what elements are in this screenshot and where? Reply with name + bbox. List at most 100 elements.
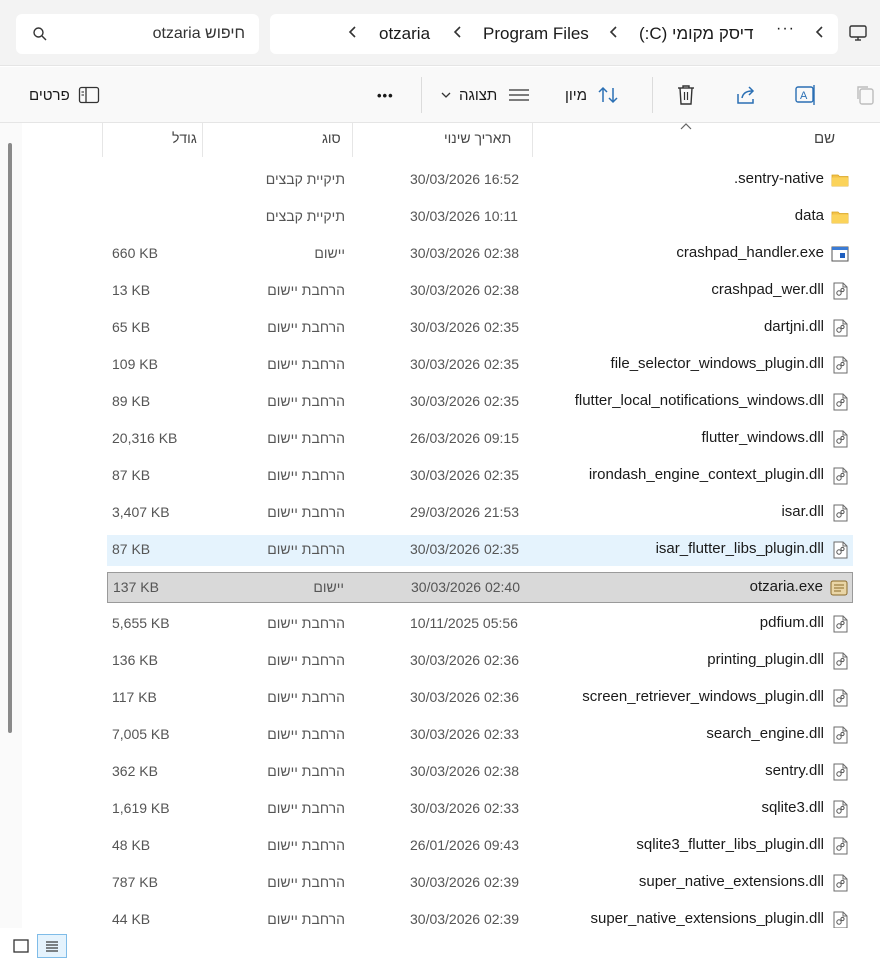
file-row[interactable]: 1,619 KB הרחבת יישום 30/03/2026 02:33 sqlit…: [107, 794, 853, 825]
dll-icon: [831, 467, 849, 485]
file-row[interactable]: 5,655 KB הרחבת יישום 10/11/2025 05:56 pdfiu…: [107, 609, 853, 640]
breadcrumb-local-disk[interactable]: דיסק מקומי (C:): [639, 24, 754, 44]
file-type: תיקיית קבצים: [265, 208, 345, 224]
address-bar-row: חיפוש otzaria otzaria Program Files דיסק…: [0, 0, 880, 66]
scrollbar-thumb[interactable]: [8, 143, 12, 733]
file-size: 109 KB: [112, 356, 158, 372]
file-row[interactable]: 3,407 KB הרחבת יישום 29/03/2026 21:53 isar.…: [107, 498, 853, 529]
chevron-left-icon[interactable]: [348, 25, 358, 39]
copy-icon[interactable]: [855, 84, 877, 106]
search-input[interactable]: חיפוש otzaria: [16, 14, 259, 54]
column-header-type[interactable]: סוג: [322, 130, 341, 146]
dll-icon: [831, 911, 849, 929]
computer-icon[interactable]: [848, 23, 868, 43]
file-row[interactable]: תיקיית קבצים 30/03/2026 10:11 data: [107, 202, 853, 233]
file-name: flutter_local_notifications_windows.dll: [574, 392, 824, 409]
chevron-left-icon[interactable]: [453, 25, 463, 39]
share-icon[interactable]: [735, 84, 757, 106]
file-type: הרחבת יישום: [267, 504, 345, 520]
column-divider[interactable]: [102, 123, 103, 157]
breadcrumb-overflow-icon[interactable]: ···: [776, 20, 795, 38]
file-row[interactable]: 137 KB יישום 30/03/2026 02:40 otzaria.exe: [107, 572, 853, 603]
breadcrumb-program-files[interactable]: Program Files: [483, 24, 589, 44]
column-divider[interactable]: [202, 123, 203, 157]
dll-icon: [831, 837, 849, 855]
delete-icon[interactable]: [676, 84, 696, 106]
breadcrumb-otzaria[interactable]: otzaria: [379, 24, 430, 44]
file-size: 87 KB: [112, 541, 151, 557]
more-options-button[interactable]: •••: [377, 84, 394, 106]
file-row[interactable]: 13 KB הרחבת יישום 30/03/2026 02:38 crashpad…: [107, 276, 853, 307]
file-row[interactable]: 87 KB הרחבת יישום 30/03/2026 02:35 isar_flu…: [107, 535, 853, 566]
dll-icon: [831, 763, 849, 781]
file-size: 44 KB: [112, 911, 151, 927]
file-row[interactable]: 117 KB הרחבת יישום 30/03/2026 02:36 screen_…: [107, 683, 853, 714]
file-date: 30/03/2026 02:35: [410, 541, 519, 557]
folder-icon: [831, 208, 849, 226]
file-row[interactable]: 87 KB הרחבת יישום 30/03/2026 02:35 irondash…: [107, 461, 853, 492]
file-name: search_engine.dll: [706, 725, 824, 742]
file-row[interactable]: 48 KB הרחבת יישום 26/01/2026 09:43 sqlite3_…: [107, 831, 853, 862]
file-row[interactable]: 362 KB הרחבת יישום 30/03/2026 02:38 sentry.…: [107, 757, 853, 788]
file-type: הרחבת יישום: [267, 800, 345, 816]
file-type: הרחבת יישום: [267, 615, 345, 631]
command-bar: פרטים ••• תצוגה מיון A: [0, 67, 880, 123]
file-type: יישום: [313, 579, 344, 595]
file-name: sentry.dll: [765, 762, 824, 779]
details-pane-button[interactable]: פרטים: [29, 84, 100, 106]
file-type: הרחבת יישום: [267, 356, 345, 372]
file-type: הרחבת יישום: [267, 652, 345, 668]
chevron-left-icon[interactable]: [815, 25, 825, 39]
status-bar: [0, 928, 880, 958]
file-date: 30/03/2026 02:36: [410, 652, 519, 668]
file-size: 7,005 KB: [112, 726, 170, 742]
dll-icon: [831, 356, 849, 374]
chevron-left-icon[interactable]: [609, 25, 619, 39]
file-name: super_native_extensions_plugin.dll: [590, 910, 825, 927]
file-row[interactable]: 136 KB הרחבת יישום 30/03/2026 02:36 printin…: [107, 646, 853, 677]
view-menu-button[interactable]: תצוגה: [441, 84, 530, 106]
file-row[interactable]: 89 KB הרחבת יישום 30/03/2026 02:35 flutter_…: [107, 387, 853, 418]
file-row[interactable]: תיקיית קבצים 30/03/2026 16:52 .sentry-nati…: [107, 165, 853, 196]
file-type: הרחבת יישום: [267, 689, 345, 705]
file-row[interactable]: 20,316 KB הרחבת יישום 26/03/2026 09:15 flut…: [107, 424, 853, 455]
file-type: הרחבת יישום: [267, 467, 345, 483]
column-divider[interactable]: [532, 123, 533, 157]
dll-icon: [831, 874, 849, 892]
file-name: crashpad_wer.dll: [711, 281, 824, 298]
app-icon: [830, 579, 848, 597]
file-date: 30/03/2026 16:52: [410, 171, 519, 187]
file-name: crashpad_handler.exe: [676, 244, 824, 261]
file-name: screen_retriever_windows_plugin.dll: [582, 688, 824, 705]
details-label: פרטים: [29, 86, 70, 104]
file-row[interactable]: 7,005 KB הרחבת יישום 30/03/2026 02:33 searc…: [107, 720, 853, 751]
file-type: הרחבת יישום: [267, 874, 345, 890]
sort-menu-button[interactable]: מיון: [565, 84, 619, 106]
rename-icon[interactable]: A: [794, 83, 818, 107]
file-type: הרחבת יישום: [267, 430, 345, 446]
dll-icon: [831, 282, 849, 300]
file-row[interactable]: 109 KB הרחבת יישום 30/03/2026 02:35 file_se…: [107, 350, 853, 381]
details-view-button[interactable]: [37, 934, 67, 958]
file-row[interactable]: 787 KB הרחבת יישום 30/03/2026 02:39 super_n…: [107, 868, 853, 899]
file-name: flutter_windows.dll: [701, 429, 824, 446]
sort-indicator-icon: [680, 123, 692, 130]
file-row[interactable]: 65 KB הרחבת יישום 30/03/2026 02:35 dartjni.…: [107, 313, 853, 344]
file-type: תיקיית קבצים: [265, 171, 345, 187]
file-date: 30/03/2026 02:38: [410, 245, 519, 261]
vertical-scrollbar[interactable]: [0, 123, 22, 928]
file-row[interactable]: 660 KB יישום 30/03/2026 02:38 crashpad_hand…: [107, 239, 853, 270]
large-icons-view-button[interactable]: [6, 934, 36, 958]
column-divider[interactable]: [352, 123, 353, 157]
column-header-date[interactable]: תאריך שינוי: [444, 130, 511, 146]
column-header-size[interactable]: גודל: [172, 130, 197, 146]
exe-icon: [831, 245, 849, 263]
file-type: הרחבת יישום: [267, 726, 345, 742]
file-name: sqlite3.dll: [761, 799, 824, 816]
file-size: 87 KB: [112, 467, 151, 483]
file-date: 30/03/2026 02:40: [411, 579, 520, 595]
column-header-name[interactable]: שם: [814, 130, 835, 147]
file-size: 5,655 KB: [112, 615, 170, 631]
sort-label: מיון: [565, 86, 587, 104]
file-date: 26/01/2026 09:43: [410, 837, 519, 853]
